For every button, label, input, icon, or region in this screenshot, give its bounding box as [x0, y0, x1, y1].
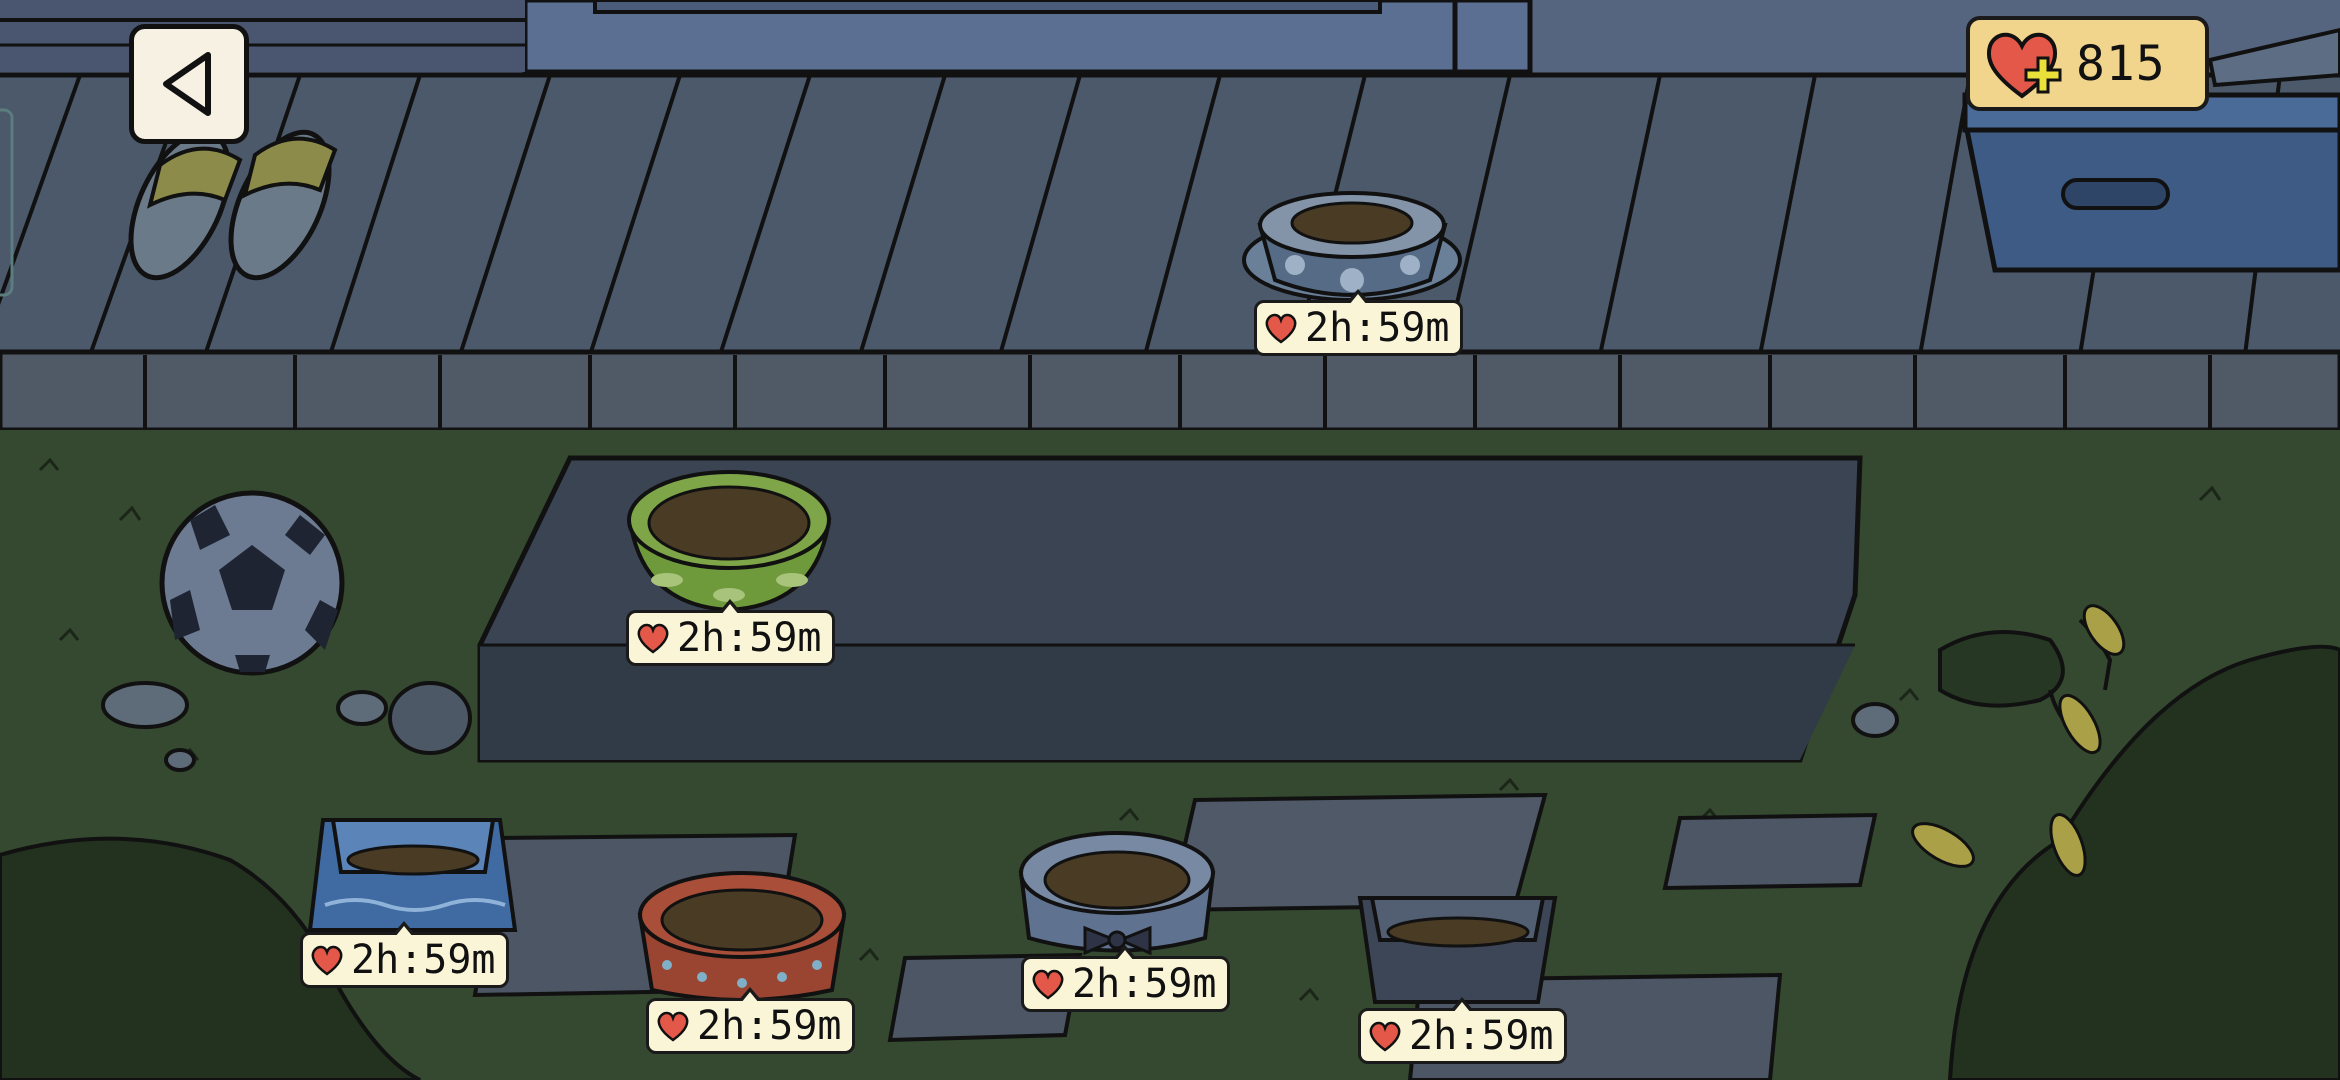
- bowl-timer-text: 2h:59m: [1072, 961, 1217, 1007]
- bowl-red-graphic: [637, 871, 847, 1002]
- bowl-timer-text: 2h:59m: [1409, 1013, 1554, 1059]
- bowl-timer: 2h:59m: [300, 921, 509, 988]
- bowl-timer: 2h:59m: [1254, 289, 1463, 356]
- hearts-counter[interactable]: 815: [1966, 16, 2209, 111]
- food-bowl-red-dotted[interactable]: [632, 865, 852, 1005]
- heart-icon: [637, 623, 669, 654]
- heart-icon: [1265, 313, 1297, 344]
- bowl-timer: 2h:59m: [1021, 945, 1230, 1012]
- hearts-count: 815: [2076, 35, 2166, 92]
- heart-icon: [657, 1011, 689, 1042]
- heart-icon: [1369, 1021, 1401, 1052]
- bowl-ribbon-graphic: [1018, 831, 1216, 956]
- food-bowl-porch-spotted[interactable]: [1240, 175, 1465, 305]
- back-button[interactable]: [129, 24, 249, 144]
- bowl-timer-text: 2h:59m: [697, 1003, 842, 1049]
- food-bowl-step-green[interactable]: [622, 465, 837, 615]
- bowl-timer-text: 2h:59m: [1305, 305, 1450, 351]
- bowl-timer: 2h:59m: [646, 987, 855, 1054]
- food-bowl-dark-square[interactable]: [1350, 890, 1565, 1010]
- bowl-spotted-graphic: [1242, 191, 1462, 302]
- heart-plus-icon: [1986, 32, 2062, 98]
- bowl-timer-text: 2h:59m: [677, 615, 822, 661]
- bowl-dark-square-graphic: [1357, 896, 1558, 1004]
- bowl-green-graphic: [627, 470, 832, 613]
- bowl-timer: 2h:59m: [626, 599, 835, 666]
- heart-icon: [311, 945, 343, 976]
- bowl-timer: 2h:59m: [1358, 997, 1567, 1064]
- back-arrow-icon: [163, 52, 211, 116]
- food-bowl-ribbon[interactable]: [1015, 828, 1220, 958]
- bowl-timer-text: 2h:59m: [351, 937, 496, 983]
- heart-icon: [1032, 969, 1064, 1000]
